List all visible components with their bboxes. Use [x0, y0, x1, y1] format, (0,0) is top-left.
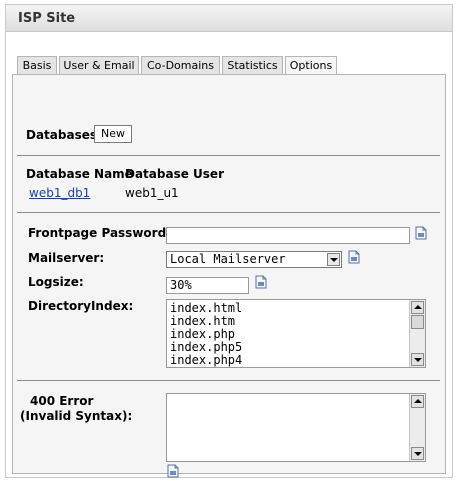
- scroll-up-arrow-icon[interactable]: [411, 301, 424, 314]
- scroll-down-arrow-icon[interactable]: [411, 353, 424, 366]
- error400-sublabel: (Invalid Syntax):: [20, 409, 133, 423]
- error400-label: 400 Error: [30, 394, 94, 408]
- tab-statistics[interactable]: Statistics: [222, 56, 283, 74]
- database-name-link[interactable]: web1_db1: [29, 186, 90, 200]
- logsize-input[interactable]: 30%: [166, 277, 249, 294]
- tab-basis[interactable]: Basis: [17, 56, 57, 74]
- database-name-header: Database Name: [26, 167, 133, 181]
- database-user-value: web1_u1: [125, 186, 179, 200]
- databases-label: Databases: [26, 128, 98, 142]
- directoryindex-label: DirectoryIndex:: [28, 299, 134, 313]
- database-user-header: Database User: [125, 167, 224, 181]
- error400-textarea[interactable]: [166, 393, 426, 462]
- mailserver-selected-value: Local Mailserver: [170, 252, 286, 266]
- logsize-label: Logsize:: [28, 275, 84, 289]
- directoryindex-textarea[interactable]: index.html index.htm index.php index.php…: [166, 299, 426, 368]
- mailserver-select[interactable]: Local Mailserver: [166, 251, 342, 268]
- directoryindex-scrollbar[interactable]: [409, 300, 425, 367]
- directoryindex-line: index.php4: [170, 353, 243, 367]
- scroll-down-arrow-icon[interactable]: [411, 447, 424, 460]
- scroll-thumb[interactable]: [411, 315, 424, 329]
- error400-scrollbar[interactable]: [409, 394, 425, 461]
- tab-options[interactable]: Options: [285, 56, 337, 75]
- tab-co-domains[interactable]: Co-Domains: [141, 56, 220, 74]
- chevron-down-icon[interactable]: [327, 253, 340, 266]
- document-icon[interactable]: [167, 464, 179, 478]
- window-title: ISP Site: [18, 11, 76, 26]
- new-database-button[interactable]: New: [94, 125, 132, 143]
- document-icon[interactable]: [415, 226, 427, 240]
- document-icon[interactable]: [255, 275, 267, 289]
- frontpage-password-label: Frontpage Password:: [28, 226, 171, 240]
- directoryindex-content: index.html index.htm index.php index.php…: [170, 302, 242, 367]
- document-icon[interactable]: [348, 250, 360, 264]
- divider: [17, 212, 440, 213]
- frontpage-password-input[interactable]: [166, 227, 410, 244]
- mailserver-label: Mailserver:: [28, 251, 105, 265]
- window-titlebar: ISP Site: [6, 5, 452, 32]
- tab-user-email[interactable]: User & Email: [59, 56, 139, 74]
- divider: [17, 155, 440, 156]
- scroll-up-arrow-icon[interactable]: [411, 395, 424, 408]
- divider: [17, 380, 440, 381]
